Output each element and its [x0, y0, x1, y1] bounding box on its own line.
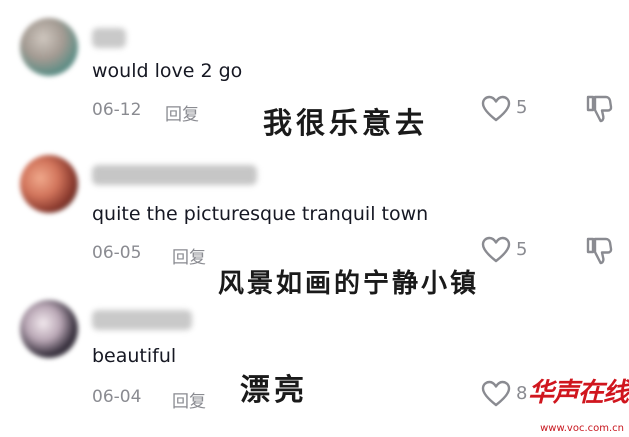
avatar[interactable] [20, 300, 78, 358]
comment-text: would love 2 go [92, 60, 243, 82]
caption-overlay: 漂亮 [240, 373, 308, 408]
username-blurred[interactable] [92, 165, 257, 185]
watermark-logo: 华声在线 www.voc.com.cn [528, 372, 629, 434]
like-count: 5 [516, 239, 528, 260]
heart-icon[interactable] [481, 236, 511, 264]
heart-icon[interactable] [481, 95, 511, 123]
watermark-url: www.voc.com.cn [540, 423, 624, 434]
caption-overlay: 我很乐意去 [263, 106, 429, 140]
username-blurred[interactable] [92, 28, 126, 48]
heart-icon[interactable] [481, 380, 511, 408]
caption-overlay: 风景如画的宁静小镇 [218, 269, 480, 299]
avatar[interactable] [20, 155, 78, 213]
comment-date: 06-12 [92, 100, 142, 120]
comment-date: 06-04 [92, 387, 142, 407]
reply-button[interactable]: 回复 [172, 387, 206, 412]
avatar[interactable] [20, 18, 78, 76]
comment-text: quite the picturesque tranquil town [92, 203, 429, 225]
like-count: 8 [516, 383, 528, 404]
reply-button[interactable]: 回复 [172, 243, 206, 268]
reply-button[interactable]: 回复 [165, 100, 199, 125]
comment-date: 06-05 [92, 243, 142, 263]
watermark-logo-text: 华声在线 [528, 378, 629, 408]
comment-text: beautiful [92, 345, 177, 367]
like-count: 5 [516, 97, 528, 118]
username-blurred[interactable] [92, 310, 192, 330]
thumbs-down-icon[interactable] [585, 94, 613, 124]
thumbs-down-icon[interactable] [585, 236, 613, 266]
